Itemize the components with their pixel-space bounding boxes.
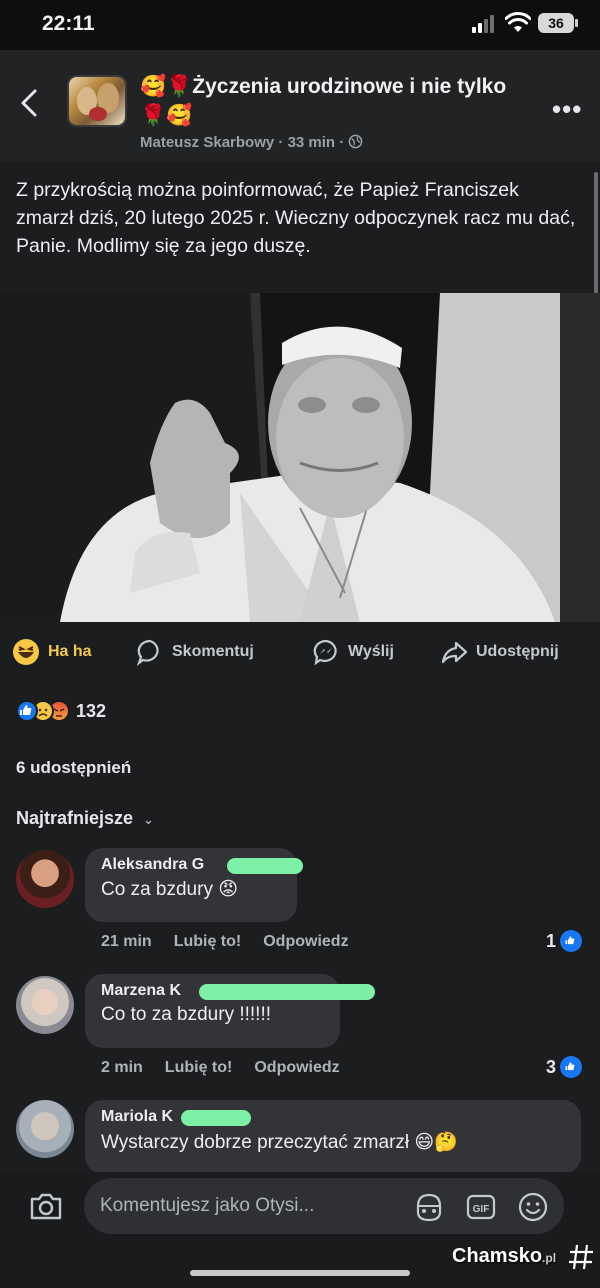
shares-count[interactable]: 6 udostępnień — [16, 758, 131, 778]
pope-photo-illustration — [0, 293, 600, 622]
reactions-summary[interactable]: 132 — [16, 697, 106, 725]
post-time: 33 min — [287, 134, 336, 151]
comment-input-wrapper: GIF — [84, 1178, 564, 1234]
camera-button[interactable] — [28, 1190, 64, 1222]
watermark: Chamsko.pl — [452, 1245, 557, 1267]
redaction-bar — [199, 984, 375, 1000]
svg-text:GIF: GIF — [473, 1204, 490, 1215]
battery-indicator: 36 — [538, 13, 578, 33]
comment-bubble-icon — [136, 638, 164, 666]
globe-icon — [349, 134, 363, 149]
comment-meta: 21 min Lubię to! Odpowiedz — [101, 933, 349, 951]
comment-like-count[interactable]: 3 — [546, 1056, 583, 1078]
comment-time: 21 min — [101, 933, 152, 950]
post-actions: Ha ha Skomentuj Wyślij Udostępnij — [0, 630, 600, 674]
comment-bubble: Mariola K Wystarczy dobrze przeczytać zm… — [85, 1100, 581, 1172]
post-meta: Mateusz Skarbowy · 33 min · — [140, 134, 363, 151]
more-options-button[interactable]: ••• — [552, 94, 582, 125]
haha-button[interactable]: Ha ha — [12, 638, 92, 666]
comment: Marzena K Co to za bzdury !!!!!! 2 min L… — [0, 974, 600, 1084]
reply-link[interactable]: Odpowiedz — [263, 933, 348, 951]
post-text: Z przykrością można poinformować, że Pap… — [16, 179, 576, 257]
share-arrow-icon — [440, 638, 468, 666]
home-indicator — [190, 1270, 410, 1276]
group-post-header: 🥰🌹Życzenia urodzinowe i nie tylko🌹🥰 Mate… — [0, 50, 600, 162]
comment-text: Co to za bzdury !!!!!! — [101, 1004, 272, 1025]
sort-label: Najtrafniejsze — [16, 808, 134, 828]
reaction-count: 132 — [76, 700, 107, 721]
comment-input[interactable] — [100, 1188, 400, 1224]
group-title[interactable]: 🥰🌹Życzenia urodzinowe i nie tylko🌹🥰 — [140, 72, 530, 130]
wifi-icon — [505, 12, 531, 32]
share-button[interactable]: Udostępnij — [440, 638, 559, 666]
comment-author[interactable]: Mariola K — [101, 1108, 565, 1126]
comment-sort-dropdown[interactable]: Najtrafniejsze ⌄ — [16, 808, 154, 829]
group-avatar[interactable] — [67, 75, 127, 127]
chevron-left-icon — [21, 89, 37, 117]
back-button[interactable] — [18, 88, 48, 124]
cellular-signal-icon — [472, 15, 498, 33]
redaction-bar — [227, 858, 303, 874]
share-label: Udostępnij — [476, 643, 559, 660]
haha-label: Ha ha — [48, 643, 92, 660]
send-label: Wyślij — [348, 643, 394, 660]
redaction-bar — [181, 1110, 251, 1126]
comment-meta: 2 min Lubię to! Odpowiedz — [101, 1059, 340, 1077]
comment-text: Wystarczy dobrze przeczytać zmarzł 😄🤔 — [101, 1132, 458, 1153]
like-icon — [560, 930, 583, 952]
haha-emoji-icon — [12, 638, 40, 666]
comment-author[interactable]: Aleksandra G — [101, 856, 303, 874]
status-time: 22:11 — [42, 12, 95, 35]
comment-button[interactable]: Skomentuj — [136, 638, 254, 666]
gif-icon[interactable]: GIF — [464, 1190, 498, 1224]
author-name[interactable]: Mateusz Skarbowy — [140, 134, 274, 151]
hash-icon — [569, 1244, 593, 1270]
status-bar: 22:11 36 — [0, 0, 600, 50]
like-icon — [560, 1056, 583, 1078]
emoji-icon[interactable] — [516, 1190, 550, 1224]
avatar[interactable] — [16, 976, 74, 1034]
avatar-sticker-icon[interactable] — [412, 1190, 446, 1224]
comment-author[interactable]: Marzena K — [101, 982, 375, 1000]
comment: Mariola K Wystarczy dobrze przeczytać zm… — [0, 1098, 600, 1172]
comment-bubble: Marzena K Co to za bzdury !!!!!! — [85, 974, 375, 1048]
comment: Aleksandra G Co za bzdury 😡 21 min Lubię… — [0, 848, 600, 958]
messenger-icon — [312, 638, 340, 666]
camera-icon — [30, 1193, 62, 1220]
comment-label: Skomentuj — [172, 643, 254, 660]
chevron-down-icon: ⌄ — [143, 812, 154, 827]
comment-like-count[interactable]: 1 — [546, 930, 583, 952]
comment-time: 2 min — [101, 1059, 143, 1076]
reply-link[interactable]: Odpowiedz — [254, 1059, 339, 1077]
avatar[interactable] — [16, 850, 74, 908]
like-link[interactable]: Lubię to! — [174, 933, 242, 951]
comment-bubble: Aleksandra G Co za bzdury 😡 — [85, 848, 303, 922]
send-button[interactable]: Wyślij — [312, 638, 394, 666]
like-icon — [16, 700, 38, 722]
avatar[interactable] — [16, 1100, 74, 1158]
comment-text: Co za bzdury 😡 — [101, 879, 239, 900]
like-link[interactable]: Lubię to! — [165, 1059, 233, 1077]
post-photo[interactable] — [0, 293, 600, 622]
